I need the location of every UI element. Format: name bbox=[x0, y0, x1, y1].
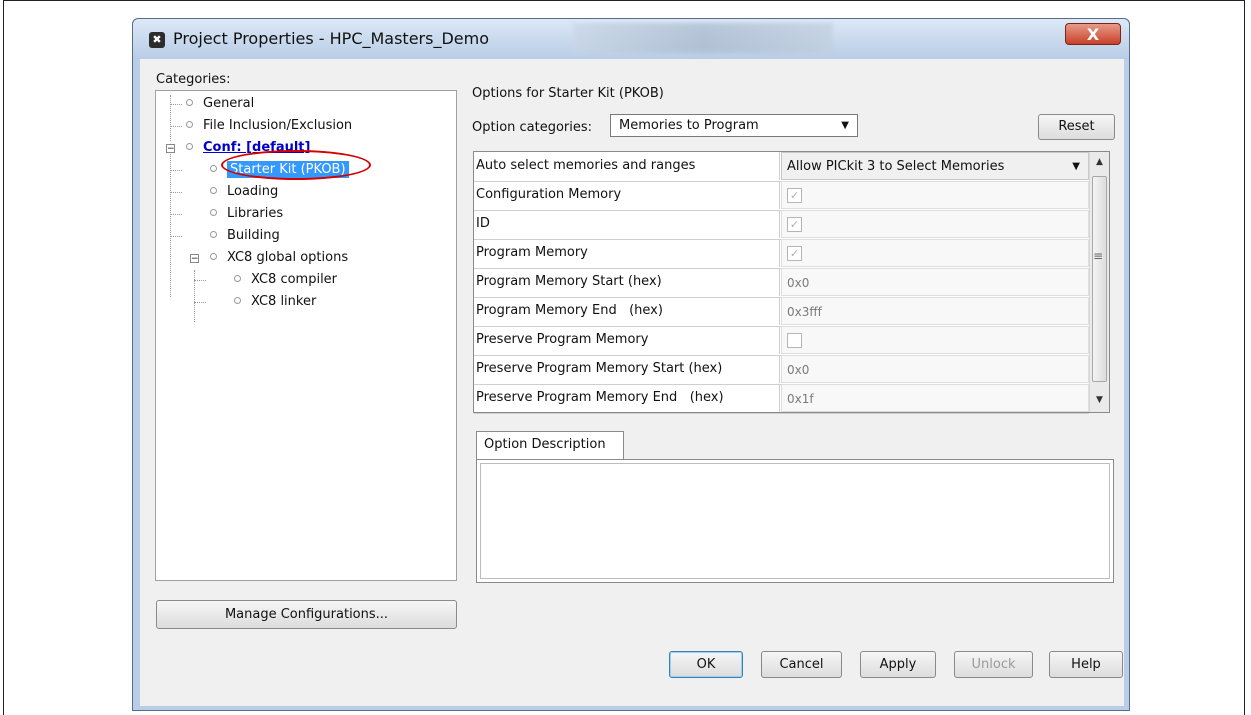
grid-row: Program Memory End (hex) 0x3fff bbox=[474, 297, 1089, 327]
program-memory-checkbox[interactable]: ✓ bbox=[787, 246, 802, 261]
bullet-icon bbox=[186, 143, 193, 150]
collapse-conf-icon[interactable]: − bbox=[166, 144, 175, 154]
tree-item-xc8-compiler[interactable]: XC8 compiler bbox=[234, 270, 337, 290]
option-description-tab[interactable]: Option Description bbox=[476, 431, 624, 459]
bullet-icon bbox=[210, 209, 217, 216]
tree-guide bbox=[194, 270, 195, 322]
grid-row: Auto select memories and ranges Allow PI… bbox=[474, 152, 1089, 182]
tree-item-file-inclusion[interactable]: File Inclusion/Exclusion bbox=[186, 116, 352, 136]
scroll-down-icon[interactable]: ▼ bbox=[1090, 390, 1109, 410]
tree-guide bbox=[194, 280, 206, 281]
grid-row: Configuration Memory ✓ bbox=[474, 181, 1089, 211]
bullet-icon bbox=[234, 275, 241, 282]
cancel-button[interactable]: Cancel bbox=[761, 651, 842, 678]
project-properties-dialog: ✖ Project Properties - HPC_Masters_Demo … bbox=[132, 18, 1130, 711]
bullet-icon bbox=[234, 297, 241, 304]
grip-icon: ≡ bbox=[1093, 249, 1104, 263]
tree-item-xc8-global[interactable]: XC8 global options bbox=[210, 248, 348, 268]
background-blur bbox=[573, 23, 833, 53]
highlight-annotation bbox=[221, 150, 371, 180]
help-button[interactable]: Help bbox=[1049, 651, 1123, 678]
window-title: Project Properties - HPC_Masters_Demo bbox=[173, 29, 489, 48]
page-frame-left bbox=[3, 0, 4, 715]
grid-row: Program Memory Start (hex) 0x0 bbox=[474, 268, 1089, 298]
categories-label: Categories: bbox=[156, 72, 231, 87]
tree-guide bbox=[194, 302, 206, 303]
option-description-text bbox=[480, 463, 1110, 579]
preserve-end-field[interactable]: 0x1f bbox=[781, 384, 1089, 412]
dropdown-arrow-icon: ▼ bbox=[841, 120, 849, 131]
tree-guide bbox=[170, 236, 182, 237]
tree-item-xc8-linker[interactable]: XC8 linker bbox=[234, 292, 316, 312]
tree-guide bbox=[170, 214, 182, 215]
bullet-icon bbox=[210, 165, 217, 172]
bullet-icon bbox=[210, 253, 217, 260]
option-description-panel bbox=[476, 459, 1114, 583]
tree-guide bbox=[170, 170, 182, 171]
configuration-memory-checkbox[interactable]: ✓ bbox=[787, 188, 802, 203]
close-button[interactable]: X bbox=[1065, 23, 1121, 45]
grid-row: Preserve Program Memory Start (hex) 0x0 bbox=[474, 355, 1089, 385]
apply-button[interactable]: Apply bbox=[860, 651, 936, 678]
title-bar[interactable]: ✖ Project Properties - HPC_Masters_Demo … bbox=[133, 19, 1129, 59]
tree-item-building[interactable]: Building bbox=[210, 226, 280, 246]
auto-select-dropdown[interactable]: Allow PICkit 3 to Select Memories ▼ bbox=[781, 152, 1089, 180]
page-frame-right bbox=[1244, 0, 1245, 715]
bullet-icon bbox=[186, 99, 193, 106]
app-icon: ✖ bbox=[149, 32, 165, 48]
option-categories-select[interactable]: Memories to Program ▼ bbox=[610, 114, 858, 137]
tree-guide bbox=[170, 126, 182, 127]
scrollbar-thumb[interactable] bbox=[1092, 176, 1107, 382]
unlock-button[interactable]: Unlock bbox=[954, 651, 1033, 678]
ok-button[interactable]: OK bbox=[669, 651, 743, 678]
page-frame-top bbox=[3, 0, 1245, 1]
dialog-body: Categories: − − General File Inclusion/E… bbox=[140, 59, 1124, 706]
options-grid: Auto select memories and ranges Allow PI… bbox=[473, 151, 1110, 414]
tree-guide bbox=[170, 104, 182, 105]
bullet-icon bbox=[210, 231, 217, 238]
dropdown-arrow-icon: ▼ bbox=[1072, 161, 1080, 172]
grid-row: Program Memory ✓ bbox=[474, 239, 1089, 269]
tree-guide bbox=[170, 95, 171, 141]
program-memory-end-field[interactable]: 0x3fff bbox=[781, 297, 1089, 325]
grid-row: Preserve Program Memory End (hex) 0x1f bbox=[474, 384, 1089, 414]
grid-row: ID ✓ bbox=[474, 210, 1089, 240]
options-heading: Options for Starter Kit (PKOB) bbox=[472, 86, 664, 101]
grid-row: Preserve Program Memory bbox=[474, 326, 1089, 356]
tree-item-general[interactable]: General bbox=[186, 94, 254, 114]
preserve-start-field[interactable]: 0x0 bbox=[781, 355, 1089, 383]
id-checkbox[interactable]: ✓ bbox=[787, 217, 802, 232]
scroll-up-icon[interactable]: ▲ bbox=[1090, 152, 1109, 172]
tree-guide bbox=[170, 192, 182, 193]
bullet-icon bbox=[210, 187, 217, 194]
program-memory-start-field[interactable]: 0x0 bbox=[781, 268, 1089, 296]
grid-scrollbar[interactable]: ▲ ≡ ▼ bbox=[1089, 152, 1109, 412]
manage-configurations-button[interactable]: Manage Configurations... bbox=[156, 600, 457, 629]
tree-item-libraries[interactable]: Libraries bbox=[210, 204, 283, 224]
tree-item-loading[interactable]: Loading bbox=[210, 182, 278, 202]
preserve-program-memory-checkbox[interactable] bbox=[787, 333, 802, 348]
reset-button[interactable]: Reset bbox=[1038, 114, 1115, 140]
bullet-icon bbox=[186, 121, 193, 128]
collapse-xc8-icon[interactable]: − bbox=[190, 254, 199, 264]
option-categories-label: Option categories: bbox=[472, 120, 593, 135]
